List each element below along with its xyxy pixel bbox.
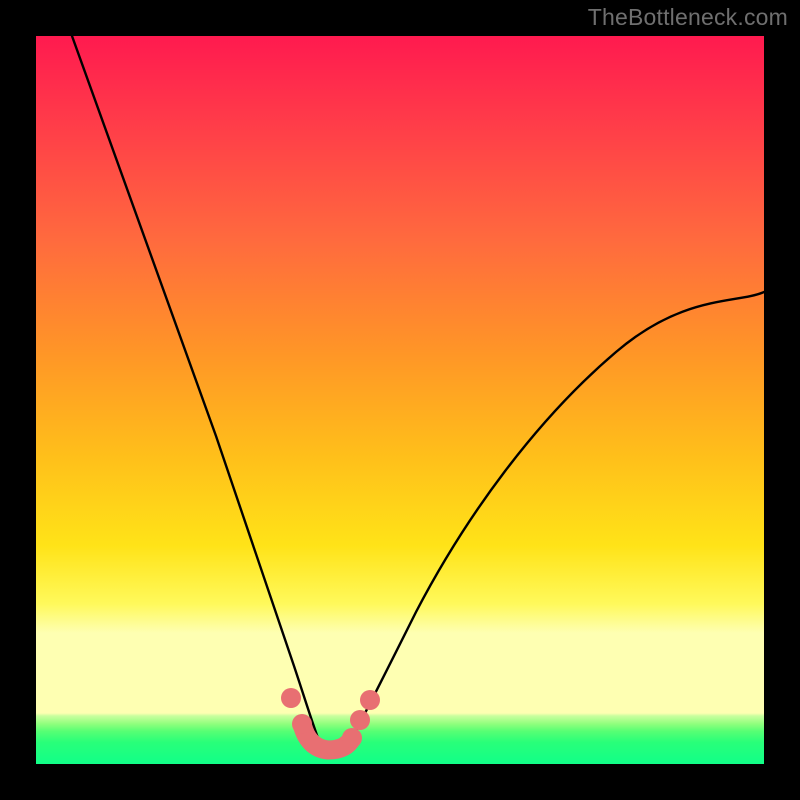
left-low-dot — [292, 714, 312, 734]
left-curve — [72, 36, 318, 738]
right-mid-dot — [350, 710, 370, 730]
watermark-text: TheBottleneck.com — [588, 4, 788, 31]
right-low-dot — [342, 728, 362, 748]
right-top-dot — [360, 690, 380, 710]
right-curve — [350, 292, 764, 742]
chart-frame: TheBottleneck.com — [0, 0, 800, 800]
left-high-dot — [281, 688, 301, 708]
plot-area — [36, 36, 764, 764]
chart-overlay — [36, 36, 764, 764]
